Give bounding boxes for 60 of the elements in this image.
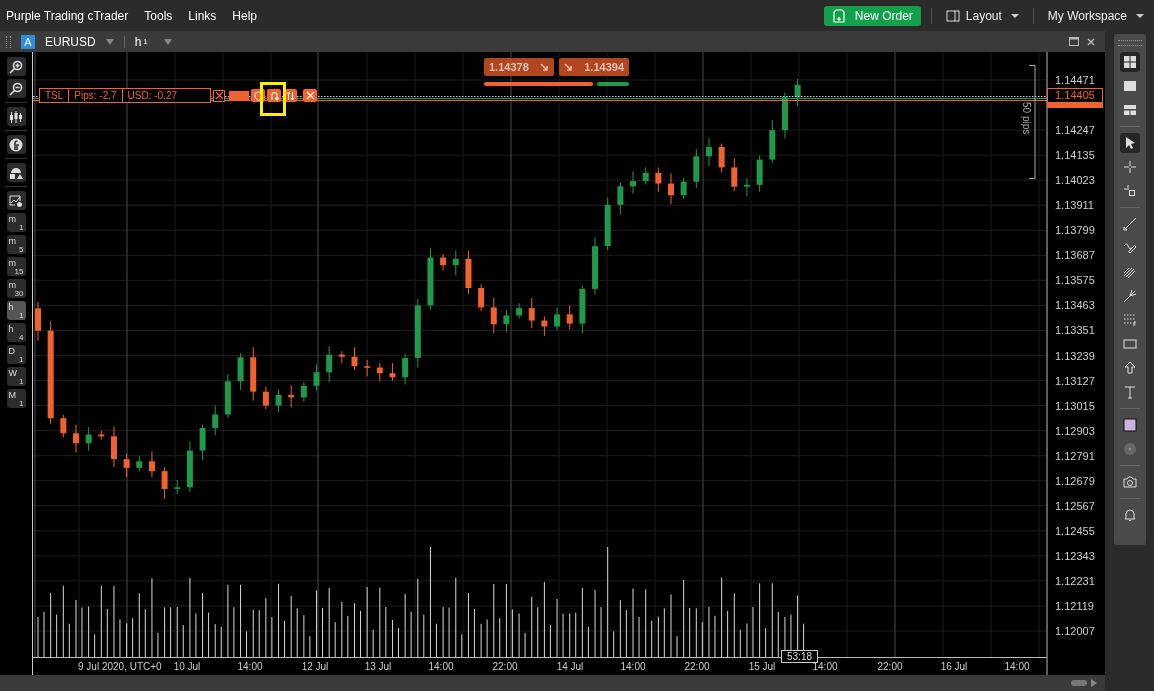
- price-tick-label: 1.12903: [1055, 424, 1095, 437]
- menu-item[interactable]: Purple Trading cTrader: [6, 8, 129, 23]
- price-tick-label: 1.13015: [1055, 399, 1095, 412]
- time-tick-label: 10 Jul: [173, 661, 201, 672]
- price-tick-label: 1.13911: [1055, 199, 1094, 212]
- price-tick-label: 1.13351: [1055, 324, 1095, 337]
- time-tick-label: 14:00: [1004, 661, 1030, 672]
- time-tick-label: 12 Jul: [301, 661, 329, 672]
- timeframe-button[interactable]: m 15: [6, 257, 26, 276]
- time-tick-label: 13 Jul: [364, 661, 392, 672]
- account-badge[interactable]: A: [21, 34, 35, 49]
- order-pips: Pips: -2.7: [69, 89, 123, 102]
- pips-label: 50 pips: [1021, 102, 1032, 135]
- menu-item[interactable]: Links: [188, 8, 217, 23]
- workspace-dropdown[interactable]: My Workspace: [1043, 8, 1148, 23]
- time-tick-label: 14:00: [237, 661, 263, 672]
- price-tick-label: 1.12679: [1055, 474, 1095, 487]
- menu-item[interactable]: Tools: [144, 8, 173, 23]
- order-type: TSL: [40, 89, 70, 102]
- timeframe-button[interactable]: m 30: [6, 279, 26, 298]
- symbol-selector[interactable]: EURUSD: [45, 34, 114, 49]
- price-tick-label: 1.12231: [1055, 574, 1095, 587]
- price-tick-label: 1.13799: [1055, 224, 1095, 237]
- timeframe-button[interactable]: M 1: [6, 389, 26, 408]
- price-tick-label: 1.14471: [1055, 74, 1095, 86]
- price-tick-label: 1.12791: [1055, 449, 1095, 462]
- price-tick-label: 1.14023: [1055, 174, 1095, 187]
- time-tick-label: 14:00: [428, 661, 454, 672]
- layout-dropdown[interactable]: Layout: [941, 8, 1023, 23]
- price-tick-label: 1.12343: [1055, 549, 1095, 562]
- timeframe-button[interactable]: W 1: [6, 367, 26, 386]
- price-tick-label: 1.12455: [1055, 524, 1095, 537]
- time-tick-label: 22:00: [492, 661, 518, 672]
- timeframe-button[interactable]: h 1: [6, 301, 26, 320]
- order-label[interactable]: TSL Pips: -2.7 USD: -0.27: [39, 88, 211, 103]
- menu-item[interactable]: Help: [232, 8, 257, 23]
- time-tick-label: 14:00: [620, 661, 646, 672]
- price-tick-label: 1.13687: [1055, 249, 1095, 262]
- time-tick-label: 9 Jul 2020, UTC+0: [78, 661, 162, 672]
- time-tick-label: 14:00: [812, 661, 838, 672]
- price-tick-label: 1.12119: [1055, 599, 1094, 612]
- price-tick-label: 1.13239: [1055, 349, 1095, 362]
- price-tick-label: 1.12007: [1055, 625, 1095, 637]
- time-tick-label: 14 Jul: [556, 661, 584, 672]
- time-tick-label: 22:00: [684, 661, 710, 672]
- timeframe-button[interactable]: h 4: [6, 323, 26, 342]
- price-tick-label: 1.13127: [1055, 374, 1095, 387]
- order-usd: USD: -0.27: [126, 89, 179, 102]
- timeframe-button[interactable]: m 1: [6, 213, 26, 232]
- time-tick-label: 15 Jul: [748, 661, 776, 672]
- price-tick-label: 1.14135: [1055, 149, 1095, 162]
- price-tick-label: 1.13463: [1055, 299, 1095, 312]
- time-tick-label: 16 Jul: [940, 661, 968, 672]
- timeframe-button[interactable]: m 5: [6, 235, 26, 254]
- timeframe-button[interactable]: D 1: [6, 345, 26, 364]
- price-tick-label: 1.13575: [1055, 274, 1095, 287]
- candle-countdown: 53:18: [781, 650, 819, 663]
- time-tick-label: 22:00: [877, 661, 903, 672]
- price-tick-label: 1.14247: [1055, 124, 1095, 137]
- price-tick-label: 1.12567: [1055, 499, 1095, 512]
